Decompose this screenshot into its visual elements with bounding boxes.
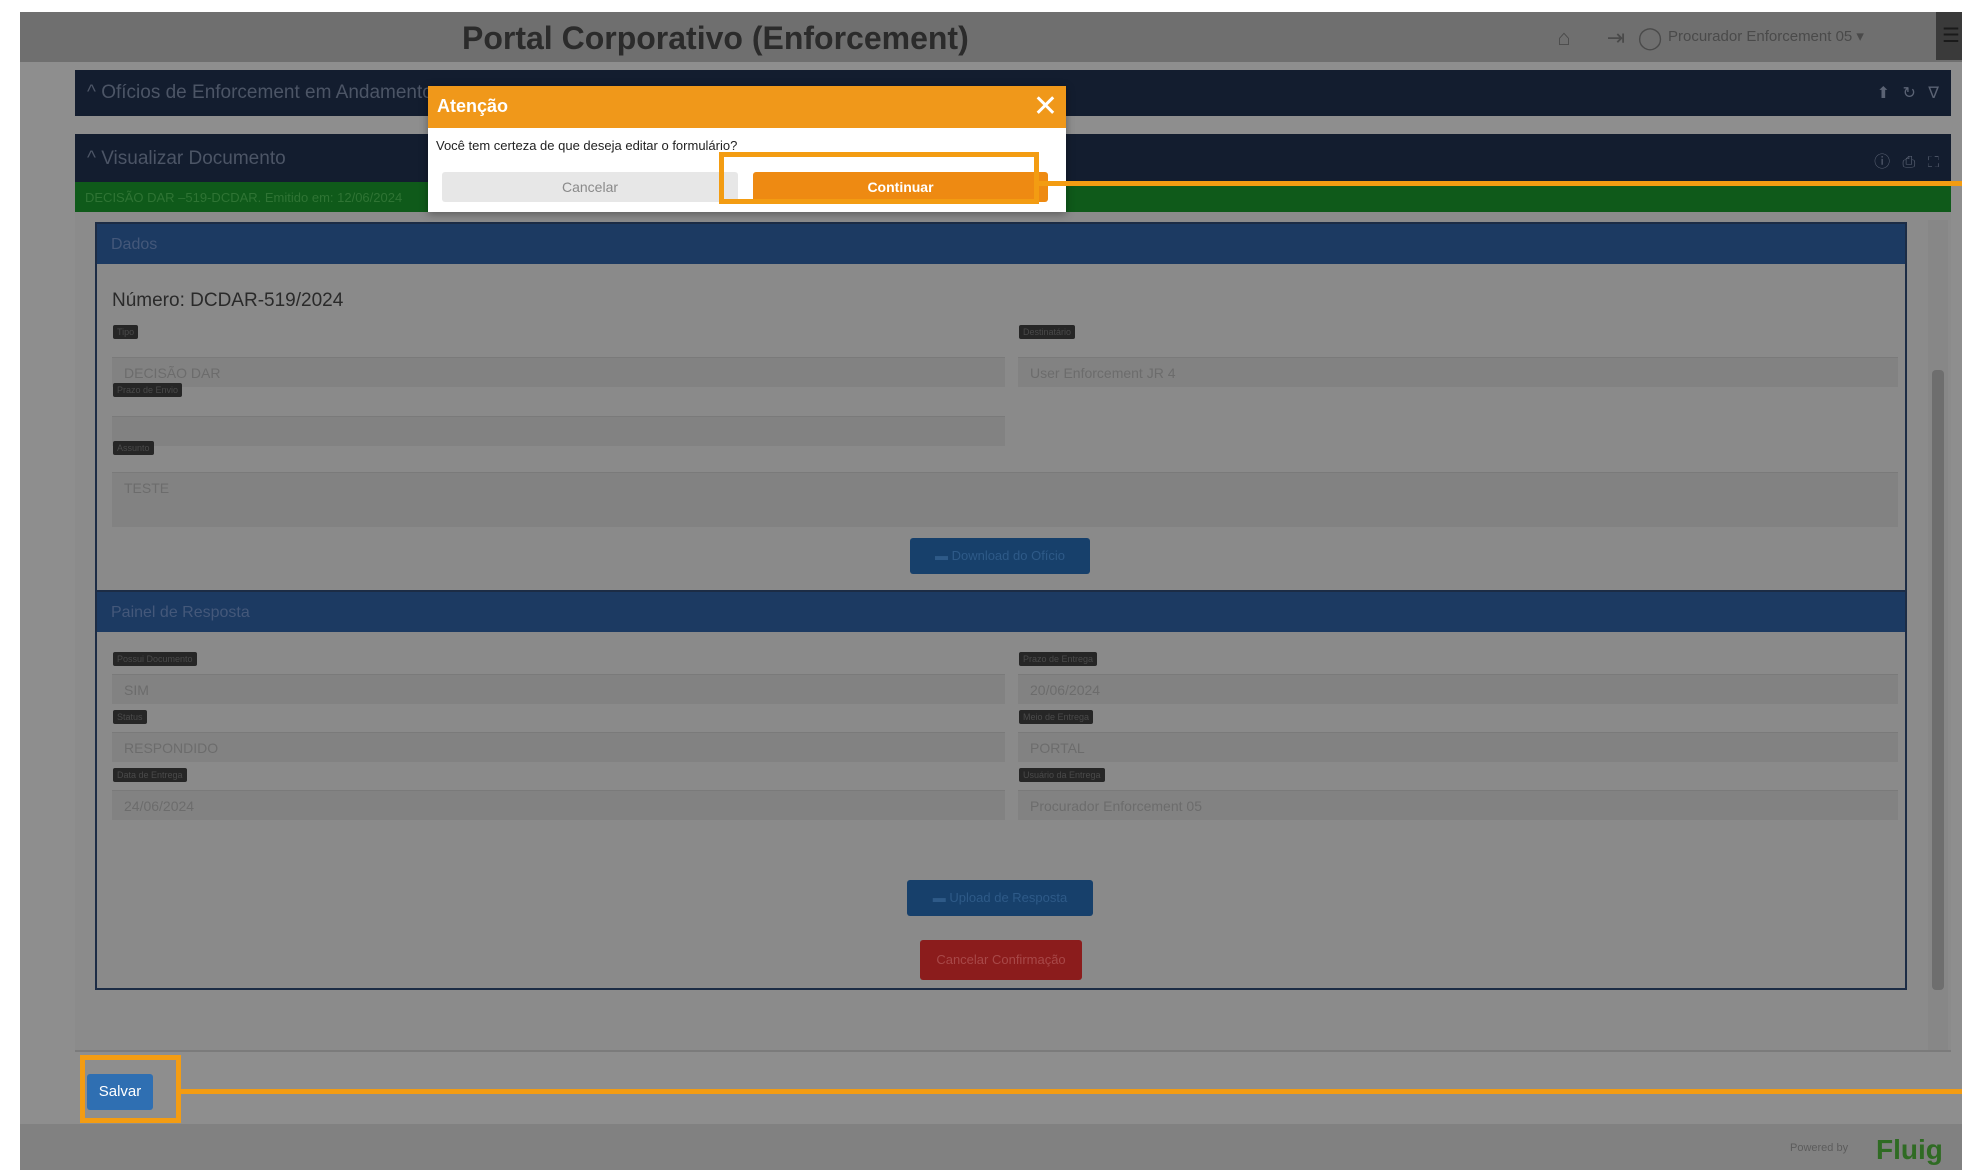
document-number: Número: DCDAR-519/2024 [112, 290, 344, 311]
visualizar-panel-title: ^ Visualizar Documento [87, 148, 286, 170]
caret-up-icon: ^ [87, 82, 96, 103]
logout-icon[interactable]: ⇥ [1602, 24, 1630, 52]
user-menu[interactable]: Procurador Enforcement 05 ▾ [1668, 27, 1864, 45]
document-tools-icons[interactable]: ⓘ ⎙ ⛶ [1874, 148, 1943, 172]
save-highlight-box [80, 1055, 181, 1123]
status-field[interactable]: RESPONDIDO [112, 732, 1005, 762]
usuario-entrega-label: Usuário da Entrega [1019, 768, 1105, 782]
user-icon[interactable]: ◯ [1636, 24, 1664, 52]
folder-icon: ▬ [932, 890, 946, 905]
app-title: Portal Corporativo (Enforcement) [462, 20, 969, 56]
footer: Powered by Fluig [20, 1124, 1962, 1170]
fluig-logo: Fluig [1876, 1134, 1943, 1165]
powered-by-text: Powered by [1790, 1142, 1849, 1154]
dialog-title: Atenção [437, 96, 509, 116]
dialog-message: Você tem certeza de que deseja editar o … [436, 138, 738, 153]
continue-highlight-box [719, 152, 1039, 204]
tipo-field[interactable]: DECISÃO DAR [112, 357, 1005, 387]
possui-documento-field[interactable]: SIM [112, 674, 1005, 704]
prazo-entrega-label: Prazo de Entrega [1019, 652, 1098, 666]
prazo-entrega-field[interactable]: 20/06/2024 [1018, 674, 1898, 704]
meio-entrega-label: Meio de Entrega [1019, 710, 1094, 724]
data-entrega-label: Data de Entrega [113, 768, 187, 782]
prazo-envio-field[interactable] [112, 416, 1005, 446]
caret-up-icon: ^ [87, 148, 96, 169]
upload-resposta-button[interactable]: ▬ Upload de Resposta [907, 880, 1093, 916]
destinatario-field[interactable]: User Enforcement JR 4 [1018, 357, 1898, 387]
close-icon[interactable]: ✕ [1033, 90, 1058, 124]
visualizar-title-text: Visualizar Documento [101, 148, 286, 169]
top-bar: Portal Corporativo (Enforcement) ⌂ ⇥ ◯ P… [20, 12, 1962, 62]
save-callout-line [181, 1089, 1962, 1094]
menu-icon[interactable]: ☰ [1936, 12, 1962, 60]
status-label: Status [113, 710, 147, 724]
continue-callout-line [1039, 181, 1962, 186]
meio-entrega-field[interactable]: PORTAL [1018, 732, 1898, 762]
divider [75, 1050, 1951, 1052]
upload-resposta-label: Upload de Resposta [949, 890, 1068, 905]
panel-tools-icons[interactable]: ⬆ ↻ ∇ [1877, 83, 1943, 103]
tipo-label: Tipo [113, 325, 139, 339]
resposta-section-title: Painel de Resposta [97, 592, 1905, 632]
usuario-entrega-field[interactable]: Procurador Enforcement 05 [1018, 790, 1898, 820]
cancel-button[interactable]: Cancelar [442, 172, 738, 202]
dialog-header: Atenção ✕ [428, 86, 1066, 128]
screenshot-canvas: Portal Corporativo (Enforcement) ⌂ ⇥ ◯ P… [0, 0, 1962, 1170]
download-oficio-button[interactable]: ▬ Download do Ofício [910, 538, 1090, 574]
dados-section-title: Dados [97, 224, 1905, 264]
home-icon[interactable]: ⌂ [1550, 24, 1578, 52]
scrollbar[interactable] [1928, 220, 1948, 1050]
destinatario-label: Destinatário [1019, 325, 1076, 339]
data-entrega-field[interactable]: 24/06/2024 [112, 790, 1005, 820]
oficios-title-text: Ofícios de Enforcement em Andamento [101, 82, 433, 103]
scrollbar-thumb[interactable] [1932, 370, 1944, 990]
cancelar-confirmacao-button[interactable]: Cancelar Confirmação [920, 940, 1082, 980]
prazo-envio-label: Prazo de Envio [113, 383, 183, 397]
possui-documento-label: Possui Documento [113, 652, 197, 666]
oficios-panel-title: ^ Ofícios de Enforcement em Andamento [87, 82, 433, 104]
folder-icon: ▬ [934, 548, 948, 563]
download-oficio-label: Download do Ofício [951, 548, 1066, 563]
assunto-field[interactable]: TESTE [112, 472, 1898, 527]
assunto-label: Assunto [113, 441, 154, 455]
